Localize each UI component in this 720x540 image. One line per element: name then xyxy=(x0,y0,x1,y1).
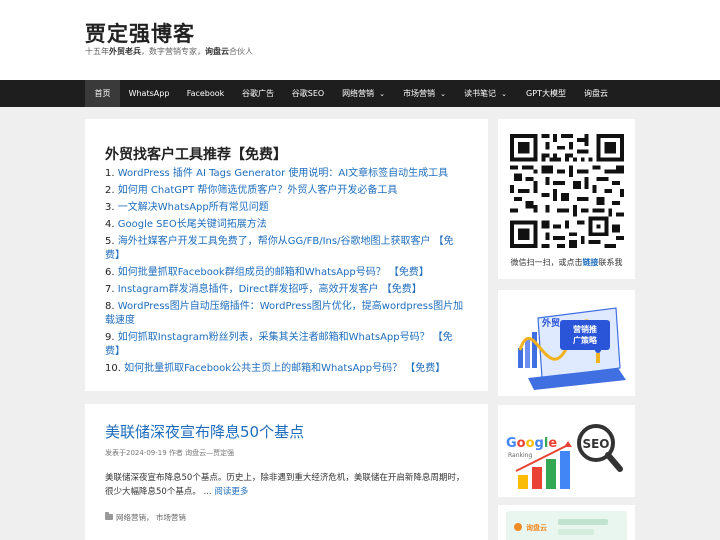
google-logo-text: Google xyxy=(506,436,557,451)
post-card: 美联储深夜宣布降息50个基点 发表于2024-09-19 作者 询盘云—贾定强 … xyxy=(85,404,488,540)
nav-label: 网络营销 xyxy=(342,89,375,98)
xunpanyun-illustration: 询盘云 xyxy=(498,505,635,540)
nav-item-gpt[interactable]: GPT大模型 xyxy=(516,80,576,107)
qr-caption-suffix: 联系我 xyxy=(598,258,623,267)
nav-item-google-ads[interactable]: 谷歌广告 xyxy=(233,80,283,107)
post-excerpt: 美联储深夜宣布降息50个基点。历史上，除非遇到重大经济危机，美联储在开启新降息周… xyxy=(105,471,469,499)
nav-item-facebook[interactable]: Facebook xyxy=(178,80,233,107)
tool-link[interactable]: Instagram群发消息插件，Direct群发招呼，高效开发客户 【免费】 xyxy=(118,284,422,295)
list-item[interactable]: 10. 如何批量抓取Facebook公共主页上的邮箱和WhatsApp号码？ 【… xyxy=(105,362,467,376)
list-item[interactable]: 1. WordPress 插件 AI Tags Generator 使用说明：A… xyxy=(105,167,467,181)
qr-caption: 微信扫一扫，或点击链接联系我 xyxy=(498,257,635,268)
google-seo-banner[interactable]: Google Ranking SEO xyxy=(498,405,635,497)
list-item[interactable]: 3. 一文解决WhatsApp所有常见问题 xyxy=(105,201,467,215)
list-number: 7. xyxy=(105,284,115,295)
site-header: 贾定强博客 十五年外贸老兵，数字营销专家，询盘云合伙人 xyxy=(0,0,720,80)
read-more-link[interactable]: 阅读更多 xyxy=(214,487,248,497)
nav-item-market-marketing[interactable]: 市场营销 ⌄ xyxy=(394,80,455,107)
qr-widget: 微信扫一扫，或点击链接联系我 xyxy=(498,119,635,279)
list-number: 4. xyxy=(105,219,115,230)
nav-label: 首页 xyxy=(94,89,111,98)
nav-label: Facebook xyxy=(186,89,225,98)
tools-title: 外贸找客户工具推荐【免费】 xyxy=(105,147,287,163)
nav-label: WhatsApp xyxy=(128,89,170,98)
nav-label: 市场营销 xyxy=(403,89,436,98)
list-number: 3. xyxy=(105,202,115,213)
nav-label: 读书笔记 xyxy=(464,89,497,98)
tool-link[interactable]: 如何批量抓取Facebook群组成员的邮箱和WhatsApp号码？ 【免费】 xyxy=(118,267,429,278)
folder-icon xyxy=(105,512,113,520)
qr-caption-prefix: 微信扫一扫，或点击 xyxy=(510,258,583,267)
tools-widget: 外贸找客户工具推荐【免费】 1. WordPress 插件 AI Tags Ge… xyxy=(85,119,488,391)
tool-link[interactable]: 如何批量抓取Facebook公共主页上的邮箱和WhatsApp号码？ 【免费】 xyxy=(124,363,445,374)
chevron-down-icon: ⌄ xyxy=(440,90,446,98)
site-title[interactable]: 贾定强博客 xyxy=(85,18,195,48)
marketing-strategy-banner[interactable]: 营销推 广策略 外贸 xyxy=(498,290,635,396)
nav-label: 询盘云 xyxy=(584,89,608,98)
nav-item-whatsapp[interactable]: WhatsApp xyxy=(120,80,178,107)
main-navigation: 首页 WhatsApp Facebook 谷歌广告 谷歌SEO 网络营销 ⌄ 市场… xyxy=(0,80,720,107)
tools-list: 1. WordPress 插件 AI Tags Generator 使用说明：A… xyxy=(105,167,467,379)
list-item[interactable]: 2. 如何用 ChatGPT 帮你筛选优质客户？外贸人客户开发必备工具 xyxy=(105,184,467,198)
qr-contact-link[interactable]: 链接 xyxy=(583,258,599,267)
tool-link[interactable]: 海外社媒客户开发工具免费了，帮你从GG/FB/Ins/谷歌地图上获取客户 【免费… xyxy=(105,236,454,261)
tagline-suffix: 合伙人 xyxy=(229,47,253,56)
tool-link[interactable]: WordPress图片自动压缩插件：WordPress图片优化，提高wordpr… xyxy=(105,301,463,326)
list-item[interactable]: 5. 海外社媒客户开发工具免费了，帮你从GG/FB/Ins/谷歌地图上获取客户 … xyxy=(105,235,467,263)
tagline-bold-brand: 询盘云 xyxy=(205,47,229,56)
tool-link[interactable]: Google SEO长尾关键词拓展方法 xyxy=(118,219,267,230)
ad3-brand: 询盘云 xyxy=(526,523,547,532)
list-number: 10. xyxy=(105,363,121,374)
chevron-down-icon: ⌄ xyxy=(379,90,385,98)
list-number: 5. xyxy=(105,236,115,247)
tool-link[interactable]: WordPress 插件 AI Tags Generator 使用说明：AI文章… xyxy=(118,168,448,179)
post-meta: 发表于2024-09-19 作者 询盘云—贾定强 xyxy=(105,449,235,457)
nav-item-online-marketing[interactable]: 网络营销 ⌄ xyxy=(333,80,394,107)
post-categories: 网络营销， 市场营销 xyxy=(105,512,186,523)
nav-item-xunpanyun[interactable]: 询盘云 xyxy=(576,80,616,107)
nav-item-reading-notes[interactable]: 读书笔记 ⌄ xyxy=(455,80,516,107)
ranking-label: Ranking xyxy=(508,452,532,459)
ad1-badge-line2: 广策略 xyxy=(573,335,598,345)
list-item[interactable]: 7. Instagram群发消息插件，Direct群发招呼，高效开发客户 【免费… xyxy=(105,283,467,297)
xunpanyun-banner[interactable]: 询盘云 xyxy=(498,505,635,540)
tagline-bold-veteran: 外贸老兵 xyxy=(109,47,141,56)
seo-badge-text: SEO xyxy=(582,437,609,451)
list-number: 9. xyxy=(105,332,115,343)
tool-link[interactable]: 一文解决WhatsApp所有常见问题 xyxy=(118,202,269,213)
nav-item-google-seo[interactable]: 谷歌SEO xyxy=(283,80,333,107)
category-links[interactable]: 网络营销， 市场营销 xyxy=(116,513,186,522)
excerpt-text: 美联储深夜宣布降息50个基点。历史上，除非遇到重大经济危机，美联储在开启新降息周… xyxy=(105,473,465,497)
seo-illustration: Google Ranking SEO xyxy=(498,405,635,497)
list-item[interactable]: 9. 如何抓取Instagram粉丝列表，采集其关注者邮箱和WhatsApp号码… xyxy=(105,331,467,359)
nav-label: 谷歌广告 xyxy=(242,89,274,98)
list-item[interactable]: 8. WordPress图片自动压缩插件：WordPress图片优化，提高wor… xyxy=(105,300,467,328)
list-number: 8. xyxy=(105,301,115,312)
tool-link[interactable]: 如何抓取Instagram粉丝列表，采集其关注者邮箱和WhatsApp号码？ 【… xyxy=(105,332,453,357)
marketing-illustration: 营销推 广策略 外贸 xyxy=(498,290,635,396)
list-number: 1. xyxy=(105,168,115,179)
list-item[interactable]: 4. Google SEO长尾关键词拓展方法 xyxy=(105,218,467,232)
site-tagline: 十五年外贸老兵，数字营销专家，询盘云合伙人 xyxy=(85,46,253,57)
tagline-middle: ，数字营销专家， xyxy=(141,47,205,56)
ad1-text: 外贸 xyxy=(541,317,560,329)
list-number: 2. xyxy=(105,185,115,196)
chevron-down-icon: ⌄ xyxy=(501,90,507,98)
nav-label: GPT大模型 xyxy=(526,89,566,98)
list-number: 6. xyxy=(105,267,115,278)
list-item[interactable]: 6. 如何批量抓取Facebook群组成员的邮箱和WhatsApp号码？ 【免费… xyxy=(105,266,467,280)
tagline-prefix: 十五年 xyxy=(85,47,109,56)
wechat-qr-code xyxy=(510,134,624,248)
tool-link[interactable]: 如何用 ChatGPT 帮你筛选优质客户？外贸人客户开发必备工具 xyxy=(118,185,398,196)
nav-label: 谷歌SEO xyxy=(291,89,325,98)
nav-item-home[interactable]: 首页 xyxy=(85,80,120,107)
ad1-badge-line1: 营销推 xyxy=(573,324,597,334)
post-title[interactable]: 美联储深夜宣布降息50个基点 xyxy=(105,421,304,442)
